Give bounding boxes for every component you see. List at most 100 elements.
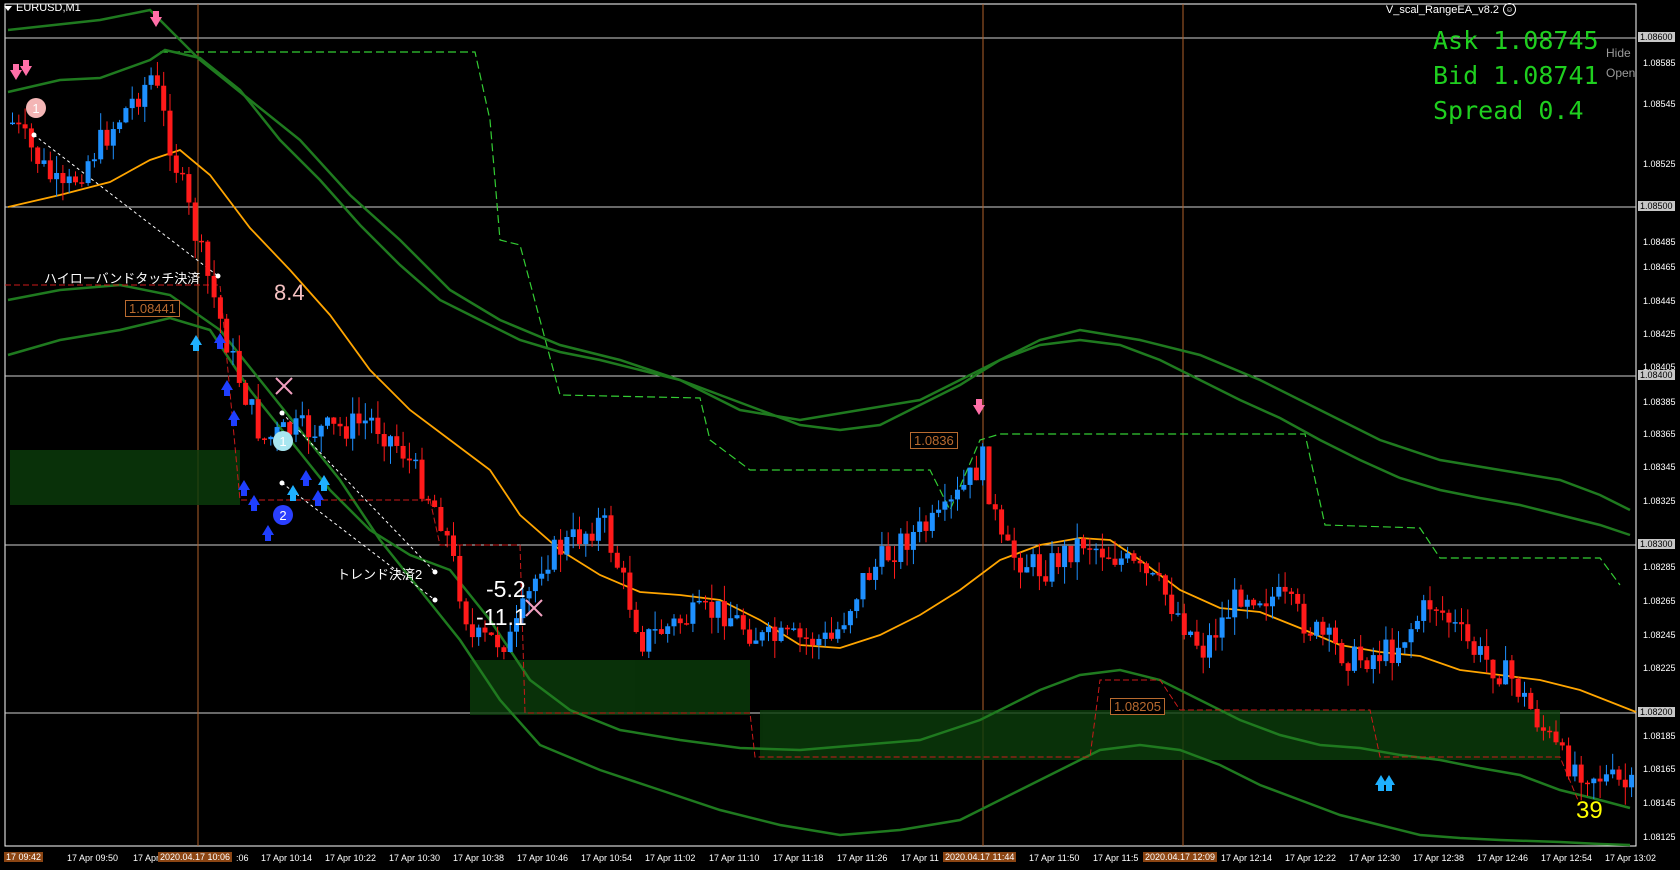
candle-body	[1169, 594, 1175, 615]
candle-body	[772, 626, 778, 641]
candle-body	[1288, 591, 1294, 594]
candle-body	[1383, 639, 1389, 662]
candle-body	[1150, 573, 1156, 575]
candle-body	[910, 531, 916, 550]
candle-body	[803, 637, 809, 639]
trailing-stop-line	[160, 51, 1621, 586]
candle-body	[325, 417, 330, 426]
candle-body	[1055, 553, 1061, 568]
price-level-box: 1.08300	[1638, 539, 1675, 549]
time-tick-label: 17 Apr 10:46	[517, 853, 569, 863]
candle-body	[167, 110, 173, 156]
candle-body	[1496, 678, 1502, 685]
candle-body	[28, 128, 34, 148]
candle-body	[583, 533, 589, 545]
candle-body	[652, 629, 658, 631]
hide-button[interactable]: Hide	[1606, 46, 1631, 60]
candle-body	[766, 626, 771, 633]
candle-body	[1270, 596, 1275, 607]
candle-body	[413, 459, 419, 462]
candle-body	[1282, 586, 1288, 592]
candle-body	[1616, 769, 1622, 780]
candle-body	[873, 566, 879, 580]
candle-body	[1629, 774, 1635, 788]
price-tick-label: 1.08445	[1643, 296, 1676, 306]
candle-body	[696, 600, 702, 603]
candle-body	[1194, 631, 1200, 646]
price-tick-label: 1.08145	[1643, 798, 1676, 808]
candle-body	[1452, 622, 1458, 624]
price-level-box: 1.08600	[1638, 32, 1675, 42]
candle-body	[728, 618, 734, 627]
candle-body	[1578, 764, 1584, 783]
candle-body	[627, 572, 633, 610]
time-tick-label: 17 Apr 11:10	[709, 853, 760, 863]
candle-body	[1093, 548, 1099, 551]
candle-body	[709, 601, 715, 618]
candle-body	[1005, 534, 1011, 541]
time-marker-box: 2020.04.17 10:06	[158, 852, 233, 862]
candle-body	[1213, 635, 1219, 638]
candle-body	[268, 436, 274, 440]
candle-body	[343, 426, 349, 439]
candle-body	[1018, 557, 1023, 573]
candle-body	[1238, 589, 1244, 607]
candle-body	[1351, 646, 1357, 671]
candle-body	[1106, 557, 1112, 559]
candle-body	[942, 501, 948, 510]
candle-body	[350, 413, 356, 439]
candle-body	[337, 423, 343, 427]
candle-body	[948, 499, 954, 502]
candle-body	[10, 122, 15, 125]
candle-body	[1528, 692, 1534, 709]
candle-body	[1427, 600, 1433, 610]
symbol-label[interactable]: EURUSD,M1	[4, 2, 81, 14]
time-tick-label: 17 Apr 12:46	[1477, 853, 1529, 863]
candle-body	[1471, 641, 1477, 655]
candle-body	[488, 632, 494, 635]
candle-body	[747, 629, 753, 644]
candle-body	[463, 601, 469, 625]
ea-name-label[interactable]: V_scal_RangeEA_v8.2 ☺	[1386, 3, 1516, 16]
candle-body	[980, 446, 986, 481]
candle-body	[1011, 540, 1017, 558]
candle-body	[1358, 646, 1364, 661]
candle-body	[1553, 731, 1559, 743]
candle-body	[854, 599, 860, 612]
candle-body	[1225, 617, 1231, 619]
candle-body	[1099, 548, 1105, 558]
price-tick-label: 1.08465	[1643, 262, 1676, 272]
candle-body	[898, 533, 904, 562]
candle-body	[791, 628, 797, 630]
candle-body	[1320, 621, 1326, 635]
candle-body	[1622, 779, 1628, 788]
candle-body	[1087, 548, 1093, 550]
candle-body	[690, 602, 696, 624]
time-tick-label: 17 Apr 10:38	[453, 853, 505, 863]
candle-body	[1566, 745, 1572, 777]
candle-body	[646, 629, 652, 652]
candle-body	[186, 174, 192, 203]
candle-body	[192, 202, 198, 241]
price-tick-label: 1.08545	[1643, 99, 1676, 109]
candle-body	[1036, 554, 1042, 577]
candle-body	[1188, 631, 1194, 635]
candle-body	[621, 567, 627, 573]
candle-body	[419, 459, 425, 499]
price-tick-label: 1.08165	[1643, 764, 1676, 774]
candle-body	[1559, 742, 1565, 746]
candle-body	[929, 512, 935, 531]
candle-body	[1610, 769, 1616, 775]
price-chart[interactable]: 1 1 2	[0, 0, 1680, 870]
candle-body	[992, 504, 998, 510]
candle-body	[438, 507, 444, 531]
candle-body	[1421, 600, 1427, 621]
pl-value: -11.1	[476, 604, 527, 630]
candle-body	[444, 530, 450, 536]
candle-body	[224, 318, 230, 353]
open-button[interactable]: Open	[1606, 66, 1635, 80]
candle-body	[1603, 774, 1609, 782]
candle-body	[129, 98, 135, 109]
candle-body	[400, 445, 406, 459]
price-tick-label: 1.08585	[1643, 58, 1676, 68]
